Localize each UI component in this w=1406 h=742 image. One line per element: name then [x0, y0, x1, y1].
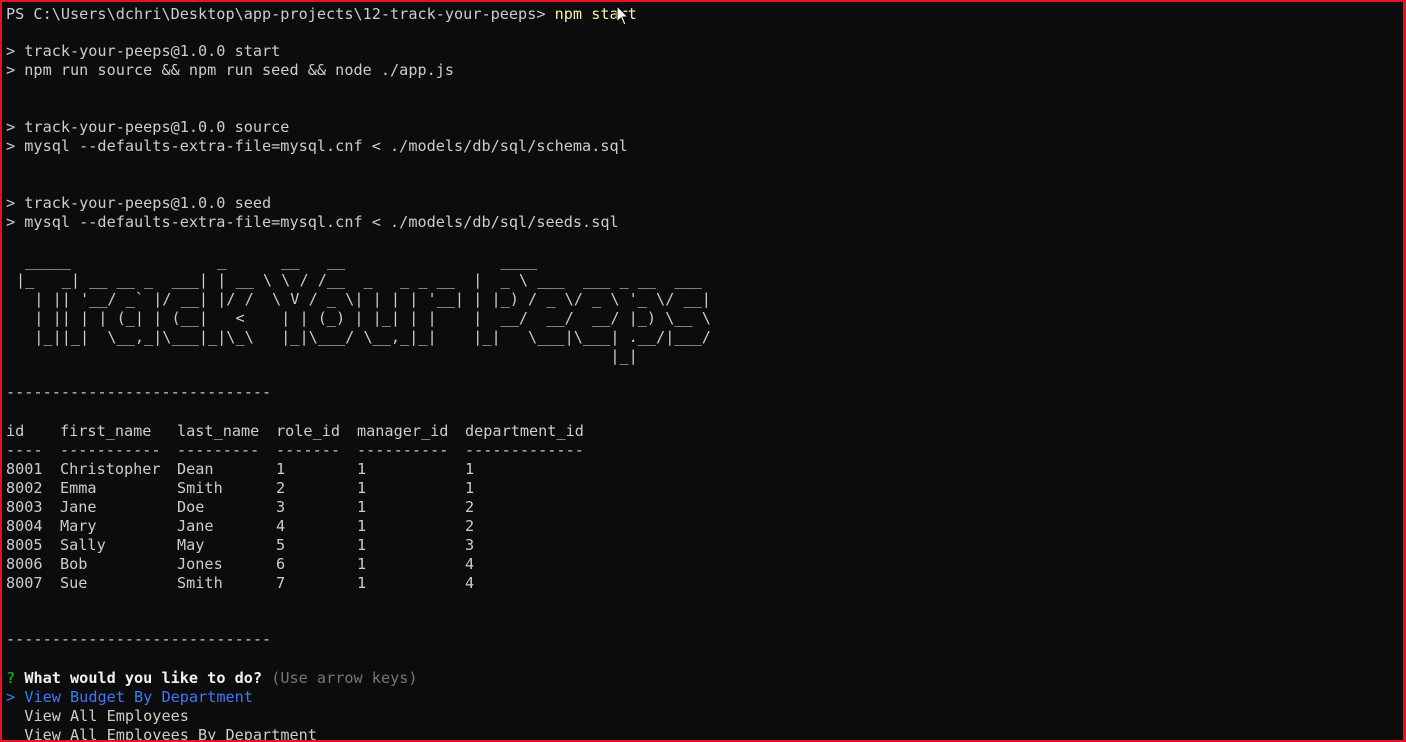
- cell-id: 8006: [6, 555, 43, 573]
- terminal-output[interactable]: PS C:\Users\dchri\Desktop\app-projects\1…: [6, 2, 1403, 740]
- cell-department-id: 2: [465, 498, 475, 516]
- ascii-banner-line: | || '__/ _` |/ __| |/ / \ V / _ \| | | …: [16, 290, 711, 308]
- cell-role-id: 7: [276, 574, 286, 592]
- cell-id: 8001: [6, 460, 43, 478]
- menu-item-label: View All Employees By Department: [24, 726, 317, 740]
- question-text: What would you like to do?: [24, 669, 263, 687]
- table-row: 8006 Bob Jones 6 1 4: [6, 555, 474, 574]
- cell-department-id: 1: [465, 460, 475, 478]
- table-row: 8001 Christopher Dean 1 1 1: [6, 460, 474, 479]
- ascii-banner-line: _____ _ __ __ ____: [16, 252, 538, 270]
- cell-last-name: Smith: [177, 479, 223, 497]
- log-line: > track-your-peeps@1.0.0 seed: [6, 194, 272, 212]
- cell-department-id: 4: [465, 574, 475, 592]
- underline: -------------: [465, 441, 584, 459]
- cell-department-id: 1: [465, 479, 475, 497]
- cell-department-id: 4: [465, 555, 475, 573]
- cell-manager-id: 1: [357, 536, 367, 554]
- cell-manager-id: 1: [357, 498, 367, 516]
- question-line: ? What would you like to do? (Use arrow …: [6, 669, 418, 688]
- cell-manager-id: 1: [357, 574, 367, 592]
- cell-first-name: Christopher: [60, 460, 161, 478]
- ascii-banner-line: |_ _| __ __ _ ___| | __ \ \ / /__ _ _ _ …: [16, 271, 702, 289]
- menu-item-view-budget-by-department[interactable]: > View Budget By Department: [6, 688, 253, 707]
- mouse-pointer-icon: [616, 5, 628, 26]
- table-row: 8003 Jane Doe 3 1 2: [6, 498, 474, 517]
- cell-id: 8005: [6, 536, 43, 554]
- ascii-banner-line: | || | | (_| | (__| < | | (_) | |_| | | …: [16, 309, 711, 327]
- terminal-window: PS C:\Users\dchri\Desktop\app-projects\1…: [0, 0, 1406, 742]
- cell-first-name: Sally: [60, 536, 106, 554]
- underline: ---------: [177, 441, 260, 459]
- cell-department-id: 3: [465, 536, 475, 554]
- cell-last-name: May: [177, 536, 205, 554]
- cell-manager-id: 1: [357, 460, 367, 478]
- cell-role-id: 4: [276, 517, 286, 535]
- table-row: 8004 Mary Jane 4 1 2: [6, 517, 474, 536]
- column-header-manager-id: manager_id: [357, 422, 449, 440]
- cell-first-name: Jane: [60, 498, 97, 516]
- cell-id: 8003: [6, 498, 43, 516]
- cell-id: 8002: [6, 479, 43, 497]
- cell-role-id: 1: [276, 460, 286, 478]
- log-line: > track-your-peeps@1.0.0 start: [6, 42, 281, 60]
- cell-last-name: Jones: [177, 555, 223, 573]
- cell-role-id: 3: [276, 498, 286, 516]
- table-header-underline: ---- ----------- --------- ------- -----…: [6, 441, 584, 460]
- cell-manager-id: 1: [357, 555, 367, 573]
- prompt-line: PS C:\Users\dchri\Desktop\app-projects\1…: [6, 5, 637, 24]
- table-header: id first_name last_name role_id manager_…: [6, 422, 584, 441]
- log-line: > mysql --defaults-extra-file=mysql.cnf …: [6, 213, 619, 231]
- column-header-last-name: last_name: [177, 422, 260, 440]
- question-hint: (Use arrow keys): [271, 669, 418, 687]
- cell-first-name: Bob: [60, 555, 88, 573]
- prompt-path: PS C:\Users\dchri\Desktop\app-projects\1…: [6, 5, 546, 23]
- table-row: 8007 Sue Smith 7 1 4: [6, 574, 474, 593]
- column-header-first-name: first_name: [60, 422, 152, 440]
- underline: ----: [6, 441, 43, 459]
- cell-role-id: 5: [276, 536, 286, 554]
- cell-manager-id: 1: [357, 517, 367, 535]
- column-header-role-id: role_id: [276, 422, 341, 440]
- question-marker: ?: [6, 669, 16, 687]
- cell-last-name: Jane: [177, 517, 214, 535]
- menu-item-view-all-employees[interactable]: View All Employees: [6, 707, 189, 726]
- cell-role-id: 6: [276, 555, 286, 573]
- cell-first-name: Emma: [60, 479, 97, 497]
- menu-pointer: >: [6, 688, 16, 706]
- cell-department-id: 2: [465, 517, 475, 535]
- menu-item-label: View Budget By Department: [24, 688, 253, 706]
- column-header-department-id: department_id: [465, 422, 584, 440]
- separator-top: -----------------------------: [6, 383, 272, 401]
- column-header-id: id: [6, 422, 25, 440]
- log-line: > track-your-peeps@1.0.0 source: [6, 118, 290, 136]
- cell-last-name: Smith: [177, 574, 223, 592]
- table-row: 8005 Sally May 5 1 3: [6, 536, 474, 555]
- cell-last-name: Dean: [177, 460, 214, 478]
- table-row: 8002 Emma Smith 2 1 1: [6, 479, 474, 498]
- cell-last-name: Doe: [177, 498, 205, 516]
- log-line: > npm run source && npm run seed && node…: [6, 61, 455, 79]
- underline: -------: [276, 441, 341, 459]
- underline: ----------: [357, 441, 449, 459]
- separator-bottom: -----------------------------: [6, 630, 272, 648]
- cell-id: 8007: [6, 574, 43, 592]
- underline: -----------: [60, 441, 161, 459]
- cell-id: 8004: [6, 517, 43, 535]
- menu-item-label: View All Employees: [24, 707, 189, 725]
- cell-manager-id: 1: [357, 479, 367, 497]
- cell-first-name: Mary: [60, 517, 97, 535]
- log-line: > mysql --defaults-extra-file=mysql.cnf …: [6, 137, 628, 155]
- cell-first-name: Sue: [60, 574, 88, 592]
- menu-item-view-all-employees-by-department[interactable]: View All Employees By Department: [6, 726, 317, 740]
- ascii-banner-line: |_|: [16, 347, 638, 365]
- cell-role-id: 2: [276, 479, 286, 497]
- ascii-banner-line: |_||_| \__,_|\___|_|\_\ |_|\___/ \__,_|_…: [16, 328, 711, 346]
